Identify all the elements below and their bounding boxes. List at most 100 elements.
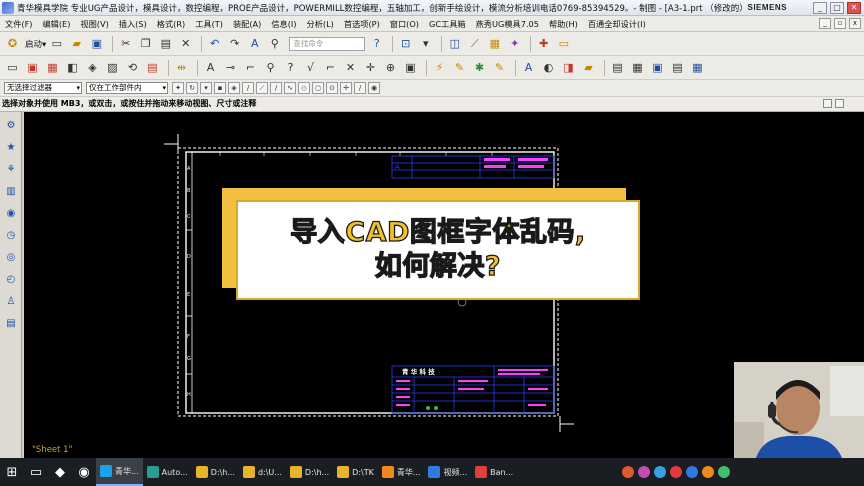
view-dropdown-icon[interactable]: ▾ bbox=[417, 35, 434, 52]
reuse-library-icon[interactable]: ▥ bbox=[3, 184, 19, 200]
select-all-icon[interactable]: ✦ bbox=[172, 82, 184, 94]
feature-control-icon[interactable]: ? bbox=[282, 59, 299, 76]
point-on-curve-icon[interactable]: ✛ bbox=[340, 82, 352, 94]
properties-icon[interactable]: ▭ bbox=[555, 35, 572, 52]
manufacturing-icon[interactable]: ✦ bbox=[506, 35, 523, 52]
history-icon[interactable]: ◷ bbox=[3, 228, 19, 244]
start-icon[interactable]: ✪ bbox=[4, 35, 21, 52]
chrome-icon[interactable]: ◉ bbox=[72, 458, 96, 486]
menu-view[interactable]: 视图(V) bbox=[75, 18, 113, 30]
taskbar-item[interactable]: 青华... bbox=[96, 458, 143, 486]
selection-scope-select[interactable]: 仅在工作部件内 bbox=[86, 82, 168, 94]
bounded-grid-icon[interactable]: ◉ bbox=[368, 82, 380, 94]
menu-insert[interactable]: 插入(S) bbox=[114, 18, 152, 30]
open-folder-icon[interactable]: ▰ bbox=[68, 35, 85, 52]
intersection-point-icon[interactable]: ∿ bbox=[284, 82, 296, 94]
leader-icon[interactable]: ⌐ bbox=[242, 59, 259, 76]
menu-window[interactable]: 窗口(O) bbox=[385, 18, 424, 30]
measure-icon[interactable]: ⟋ bbox=[466, 35, 483, 52]
menu-preferences[interactable]: 首选项(P) bbox=[339, 18, 385, 30]
zoom-fit-icon[interactable]: ⊡ bbox=[397, 35, 414, 52]
tray-app-icon[interactable] bbox=[718, 466, 730, 478]
redo-icon[interactable]: ↷ bbox=[226, 35, 243, 52]
delete-icon[interactable]: ✕ bbox=[177, 35, 194, 52]
datum-icon[interactable]: ⌐ bbox=[322, 59, 339, 76]
pinned-app-icon[interactable]: ◆ bbox=[48, 458, 72, 486]
cue-toggle-icon[interactable] bbox=[823, 99, 832, 108]
help-icon[interactable]: ? bbox=[368, 35, 385, 52]
command-finder-icon[interactable]: ⚲ bbox=[266, 35, 283, 52]
system-materials-icon[interactable]: ◎ bbox=[3, 250, 19, 266]
type-filter-select[interactable]: 无选择过滤器 bbox=[4, 82, 82, 94]
paste-icon[interactable]: ▤ bbox=[157, 35, 174, 52]
start-menu-label[interactable]: 启动▾ bbox=[25, 38, 46, 50]
menu-analysis[interactable]: 分析(L) bbox=[302, 18, 339, 30]
image-icon[interactable]: ▣ bbox=[402, 59, 419, 76]
task-view-icon[interactable]: ▭ bbox=[24, 458, 48, 486]
grid-icon[interactable]: ▦ bbox=[689, 59, 706, 76]
table-icon[interactable]: ✱ bbox=[471, 59, 488, 76]
dimension-icon[interactable]: ⇹ bbox=[173, 59, 190, 76]
tray-app-icon[interactable] bbox=[654, 466, 666, 478]
view-boundary-icon[interactable]: ▤ bbox=[144, 59, 161, 76]
taskbar-item[interactable]: 青华... bbox=[378, 458, 425, 486]
assembly-navigator-icon[interactable]: ⚘ bbox=[3, 162, 19, 178]
system-scenes-icon[interactable]: ▤ bbox=[3, 316, 19, 332]
show-icon[interactable]: ▰ bbox=[580, 59, 597, 76]
target-point-icon[interactable]: ✛ bbox=[362, 59, 379, 76]
text-format-icon[interactable]: A bbox=[520, 59, 537, 76]
menu-baitong-design[interactable]: 百通全却设计(I) bbox=[583, 18, 651, 30]
save-icon[interactable]: ▣ bbox=[88, 35, 105, 52]
undo-icon[interactable]: ↶ bbox=[206, 35, 223, 52]
tray-app-icon[interactable] bbox=[686, 466, 698, 478]
quadrant-point-icon[interactable]: ○ bbox=[312, 82, 324, 94]
mid-point-icon[interactable]: ⟋ bbox=[256, 82, 268, 94]
menu-yanxiu-mold[interactable]: 燕秀UG模具7.05 bbox=[471, 18, 544, 30]
break-view-icon[interactable]: ▨ bbox=[104, 59, 121, 76]
drafting-icon[interactable]: ▦ bbox=[486, 35, 503, 52]
menu-help[interactable]: 帮助(H) bbox=[544, 18, 583, 30]
detail-view-icon[interactable]: ◈ bbox=[84, 59, 101, 76]
tray-app-icon[interactable] bbox=[670, 466, 682, 478]
tabular-note-icon[interactable]: ▤ bbox=[609, 59, 626, 76]
hide-icon[interactable]: ◨ bbox=[560, 59, 577, 76]
doc-minimize-button[interactable]: _ bbox=[819, 18, 831, 29]
tray-app-icon[interactable] bbox=[638, 466, 650, 478]
taskbar-item[interactable]: D:\TK bbox=[333, 458, 378, 486]
text-style-icon[interactable]: A bbox=[246, 35, 263, 52]
info-icon[interactable]: ▤ bbox=[669, 59, 686, 76]
copy-icon[interactable]: ❐ bbox=[137, 35, 154, 52]
web-browser-icon[interactable]: ◉ bbox=[3, 206, 19, 222]
reset-filter-icon[interactable]: ↻ bbox=[186, 82, 198, 94]
menu-file[interactable]: 文件(F) bbox=[0, 18, 37, 30]
update-view-icon[interactable]: ⟲ bbox=[124, 59, 141, 76]
menu-assembly[interactable]: 装配(A) bbox=[228, 18, 266, 30]
cross-icon[interactable]: ✕ bbox=[342, 59, 359, 76]
cue-expand-icon[interactable] bbox=[835, 99, 844, 108]
zoom-icon[interactable]: ⚲ bbox=[262, 59, 279, 76]
end-point-icon[interactable]: / bbox=[242, 82, 254, 94]
taskbar-item[interactable]: Auto... bbox=[143, 458, 192, 486]
process-studio-icon[interactable]: ◴ bbox=[3, 272, 19, 288]
snap-point-icon[interactable]: ▪ bbox=[214, 82, 226, 94]
edit-annotation-icon[interactable]: ✎ bbox=[451, 59, 468, 76]
weld-symbol-icon[interactable]: ⚡ bbox=[431, 59, 448, 76]
parts-list-icon[interactable]: ✎ bbox=[491, 59, 508, 76]
menu-edit[interactable]: 编辑(E) bbox=[37, 18, 75, 30]
note-icon[interactable]: A bbox=[202, 59, 219, 76]
maximize-button[interactable]: □ bbox=[830, 1, 844, 14]
arc-center-icon[interactable]: ◇ bbox=[298, 82, 310, 94]
doc-restore-button[interactable]: ▫ bbox=[834, 18, 846, 29]
taskbar-item[interactable]: d:\U... bbox=[239, 458, 286, 486]
object-display-icon[interactable]: ◐ bbox=[540, 59, 557, 76]
cut-icon[interactable]: ✂ bbox=[117, 35, 134, 52]
existing-point-icon[interactable]: ⊙ bbox=[326, 82, 338, 94]
projected-view-icon[interactable]: ▦ bbox=[44, 59, 61, 76]
menu-format[interactable]: 格式(R) bbox=[152, 18, 190, 30]
control-point-icon[interactable]: / bbox=[270, 82, 282, 94]
snap-icon[interactable]: ✚ bbox=[535, 35, 552, 52]
deselect-icon[interactable]: ▾ bbox=[200, 82, 212, 94]
point-dialog-icon[interactable]: ◈ bbox=[228, 82, 240, 94]
close-button[interactable]: ✕ bbox=[847, 1, 861, 14]
menu-tools[interactable]: 工具(T) bbox=[190, 18, 228, 30]
